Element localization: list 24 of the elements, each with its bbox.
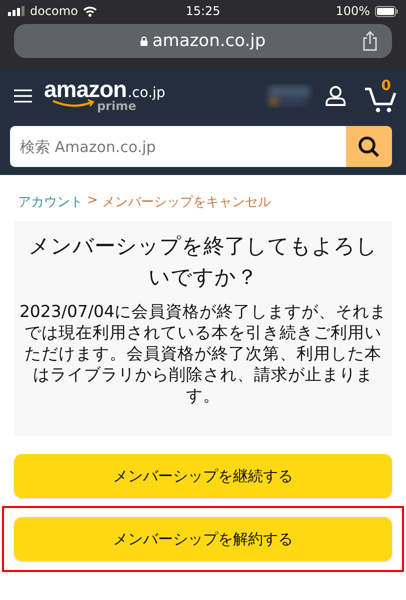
search-button[interactable] bbox=[346, 126, 392, 167]
membership-button[interactable]: メンバーシップを解約する bbox=[14, 517, 392, 561]
address-bar[interactable]: amazon.co.jp bbox=[14, 24, 392, 58]
membership-button[interactable]: メンバーシップを継続する bbox=[14, 454, 392, 498]
page-title: メンバーシップを終了してもよろしいですか？ bbox=[28, 233, 378, 291]
url-text: amazon.co.jp bbox=[152, 31, 266, 51]
carrier-name: docomo bbox=[30, 4, 78, 18]
clock-time: 15:25 bbox=[186, 4, 220, 18]
amazon-prime-logo[interactable]: amazon.co.jp prime bbox=[44, 77, 164, 115]
battery-percent: 100% bbox=[336, 4, 370, 18]
breadcrumb-separator: > bbox=[87, 193, 98, 210]
cart-count: 0 bbox=[381, 78, 391, 94]
wifi-icon bbox=[82, 6, 97, 16]
breadcrumb-link[interactable]: アカウント bbox=[18, 193, 83, 211]
menu-icon[interactable] bbox=[14, 87, 32, 105]
signal-icon bbox=[8, 6, 25, 16]
search-icon bbox=[358, 136, 380, 158]
account-icon[interactable] bbox=[324, 83, 346, 109]
breadcrumb-current: メンバーシップをキャンセル bbox=[102, 194, 271, 211]
lock-icon bbox=[140, 36, 148, 46]
battery-icon bbox=[375, 6, 398, 16]
search-field[interactable]: 検索 Amazon.co.jp bbox=[10, 126, 346, 167]
share-icon[interactable] bbox=[362, 31, 378, 51]
message-text: 2023/07/04に会員資格が終了しますが、それまでは現在利用されている本を引き続きご利用いただけます。会員資格が終了次第、利用した本はライブラリから削除され、請求が止まります。 bbox=[18, 301, 388, 406]
